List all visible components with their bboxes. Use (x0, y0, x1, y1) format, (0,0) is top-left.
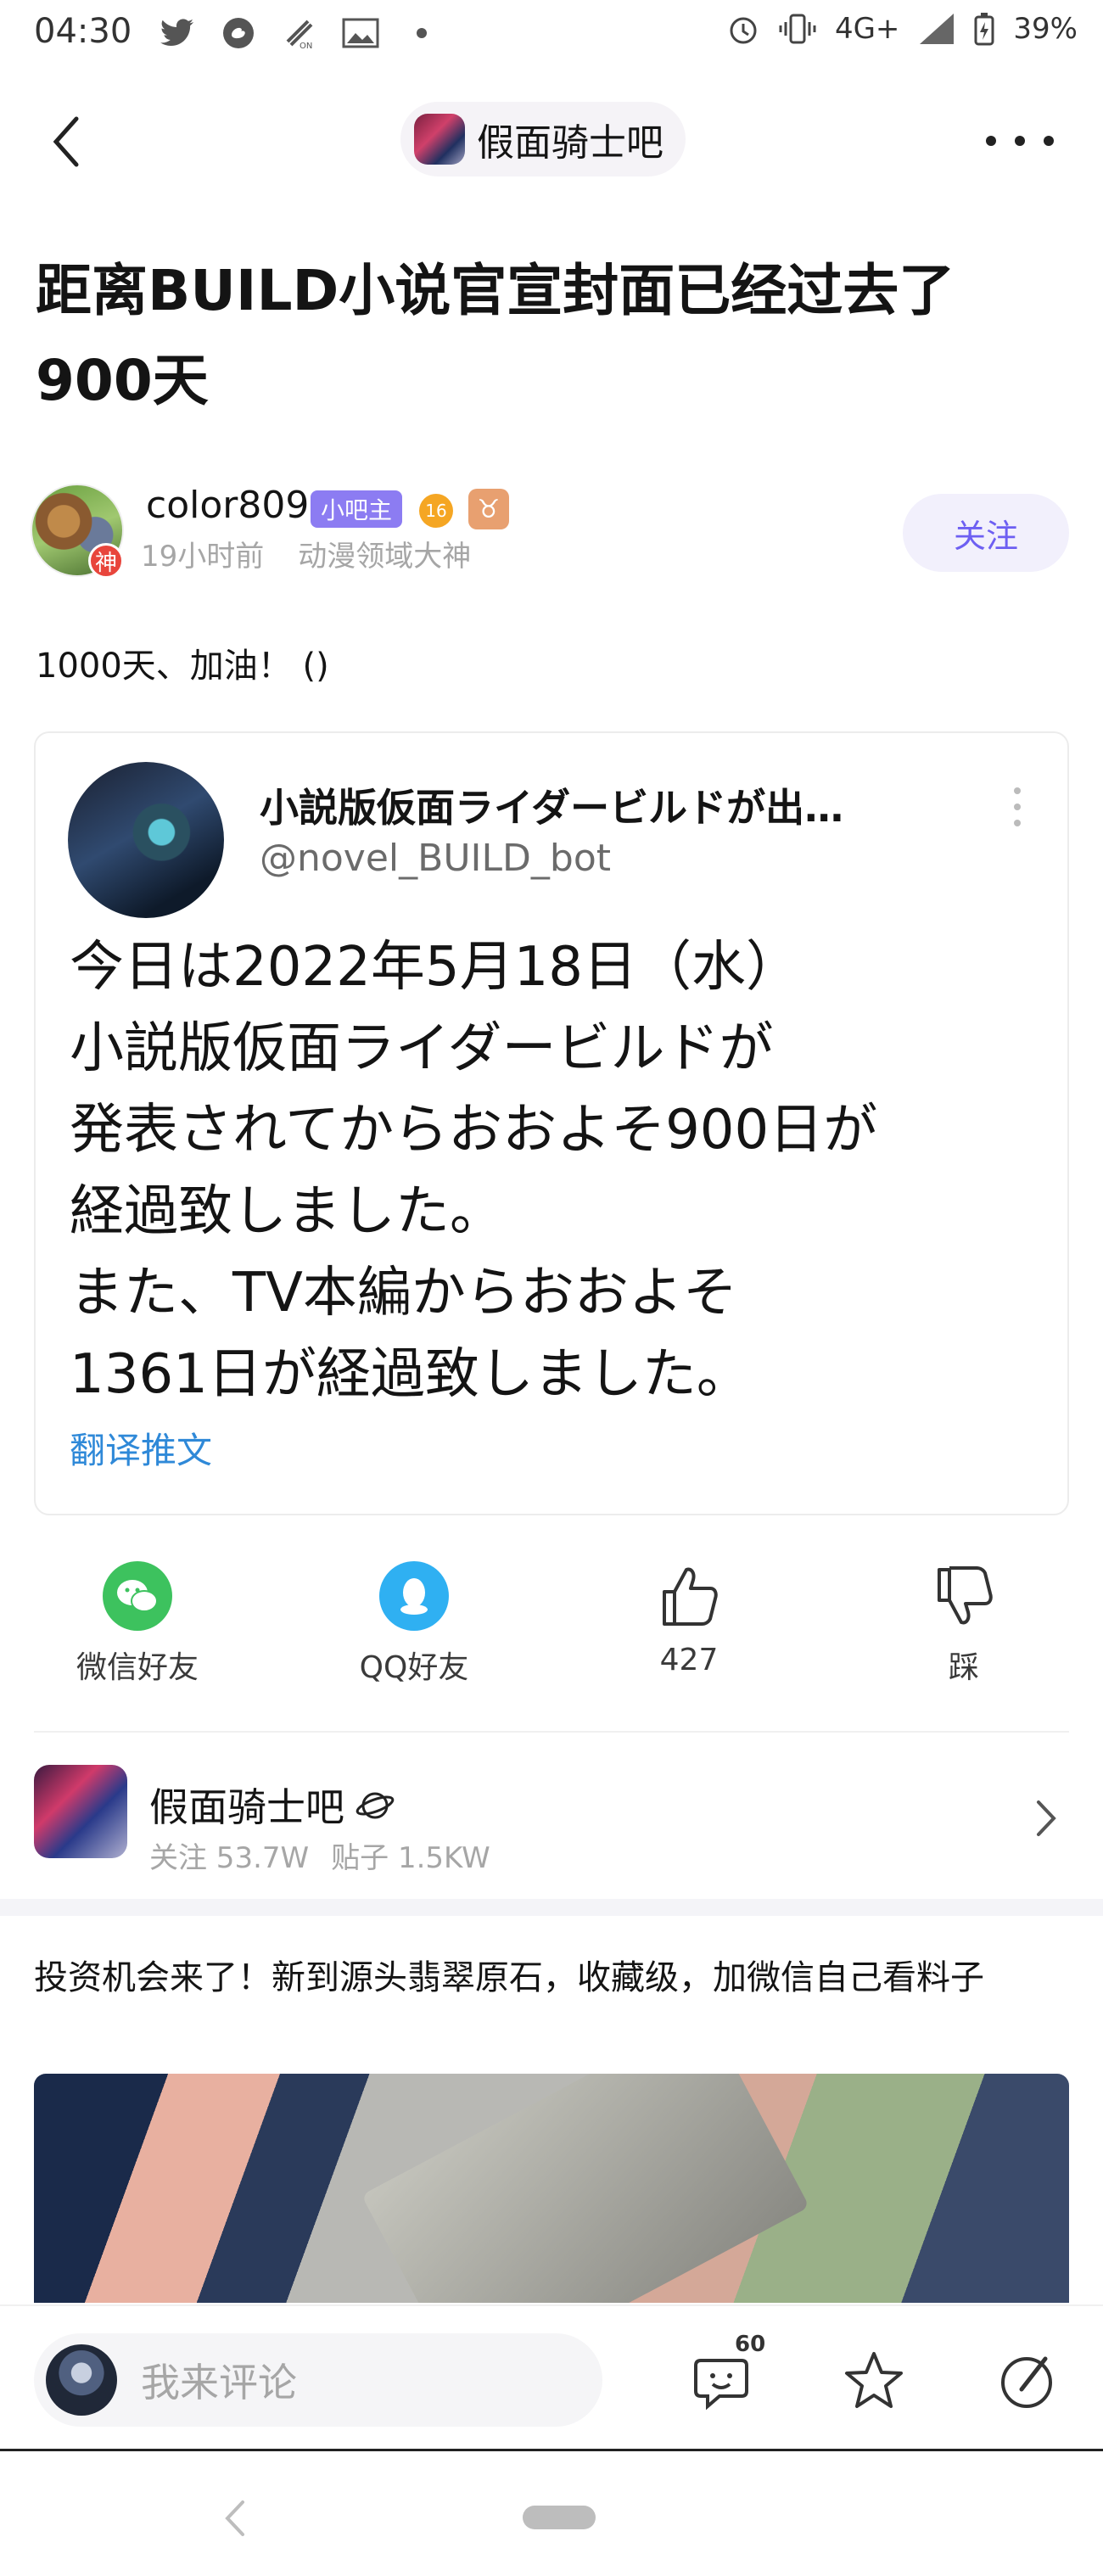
thumbs-up-icon (663, 1567, 718, 1626)
ad-post-text[interactable]: 投资机会来了！新到源头翡翠原石，收藏级，加微信自己看料子 (34, 1948, 1078, 2008)
tweet-line: 経過致しました。 (70, 1180, 504, 1243)
tweet-line: 今日は2022年5月18日（水） (70, 936, 801, 999)
status-time: 04:30 (34, 12, 132, 51)
signal-icon (920, 14, 955, 44)
comment-placeholder: 我来评论 (141, 2360, 297, 2405)
battery-icon (974, 13, 994, 46)
follow-button[interactable]: 关注 (903, 494, 1069, 572)
post-time: 19小时前 (141, 540, 265, 574)
author-meta: 19小时前 动漫领域大神 (141, 533, 471, 574)
comment-count: 60 (735, 2332, 766, 2357)
ad-post-image[interactable] (34, 2074, 1069, 2303)
forum-card-stats: 关注 53.7W 贴子 1.5KW (149, 1834, 490, 1876)
thumbs-down-icon (938, 1566, 993, 1625)
alarm-icon (730, 17, 757, 44)
forum-followers: 关注 53.7W (149, 1841, 310, 1875)
tweet-line: 発表されてからおおよそ900日が (70, 1099, 878, 1162)
tweet-avatar (68, 762, 224, 918)
system-navigation-bar (0, 2449, 1103, 2576)
wechat-icon (103, 1561, 172, 1631)
comment-input[interactable]: 我来评论 (34, 2333, 602, 2427)
qq-icon (379, 1561, 449, 1631)
share-qq-button[interactable]: QQ好友 (329, 1561, 499, 1687)
back-button[interactable] (44, 112, 95, 171)
tweet-menu-icon[interactable] (1013, 787, 1022, 826)
status-system-icons: 4G+ 39% (726, 12, 1078, 46)
emoji-icon[interactable] (689, 2347, 757, 2415)
author-title: 动漫领域大神 (298, 540, 472, 574)
embedded-tweet-card[interactable]: 小説版仮面ライダービルドが出… @novel_BUILD_bot 今日は2022… (34, 731, 1069, 1515)
user-avatar (46, 2344, 117, 2416)
post-title: 距离BUILD小说官宣封面已经过去了900天 (36, 258, 955, 413)
network-type: 4G+ (834, 12, 900, 46)
like-button[interactable]: 427 (604, 1561, 774, 1677)
forum-posts: 贴子 1.5KW (331, 1841, 490, 1875)
chevron-right-icon[interactable] (1033, 1797, 1059, 1840)
tweet-text: 今日は2022年5月18日（水） 小説版仮面ライダービルドが 発表されてからおお… (70, 927, 877, 1415)
share-qq-label: QQ好友 (359, 1650, 469, 1685)
tweet-line: 小説版仮面ライダービルドが (70, 1017, 774, 1080)
share-wechat-button[interactable]: 微信好友 (53, 1561, 222, 1687)
nfc-icon: ON (280, 14, 319, 53)
more-dot-icon (1044, 136, 1054, 146)
post-body: 1000天、加油！ () (36, 647, 329, 686)
system-home-pill[interactable] (523, 2506, 596, 2529)
forum-header-name: 假面骑士吧 (477, 121, 663, 165)
top-nav: 假面骑士吧 (0, 93, 1103, 187)
system-back-icon[interactable] (222, 2497, 248, 2540)
like-count: 427 (659, 1643, 719, 1677)
level-badge: 16 (419, 494, 453, 528)
author-god-badge: 神 (88, 543, 124, 579)
tweet-line: 1361日が経過致しました。 (70, 1343, 751, 1406)
tweet-handle: @novel_BUILD_bot (260, 837, 612, 880)
more-dot-icon (986, 136, 996, 146)
chevron-left-icon (53, 116, 79, 167)
tweet-account-name: 小説版仮面ライダービルドが出… (260, 785, 844, 831)
planet-icon (356, 1792, 395, 1819)
weibo-icon (219, 14, 258, 53)
translate-tweet-link[interactable]: 翻译推文 (70, 1422, 212, 1474)
divider (34, 1731, 1069, 1733)
zodiac-badge: ♉ (468, 489, 509, 529)
svg-text:ON: ON (300, 42, 312, 50)
share-row: 微信好友 QQ好友 427 踩 (0, 1561, 1103, 1697)
forum-header-pill[interactable]: 假面骑士吧 (400, 102, 686, 176)
section-separator (0, 1899, 1103, 1916)
comment-bar: 我来评论 60 (0, 2304, 1103, 2449)
forum-avatar (414, 114, 465, 165)
forum-card-name[interactable]: 假面骑士吧 (149, 1777, 344, 1833)
more-dot-icon (1015, 136, 1025, 146)
ad-image-object (361, 2074, 810, 2303)
share-wechat-label: 微信好友 (76, 1650, 199, 1685)
dislike-button[interactable]: 踩 (879, 1561, 1049, 1687)
vibrate-icon (779, 14, 816, 44)
author-name[interactable]: color809 (146, 484, 309, 527)
gallery-icon (341, 14, 380, 53)
battery-percent: 39% (1013, 12, 1078, 46)
share-edit-icon[interactable] (993, 2347, 1061, 2415)
more-options-button[interactable] (986, 115, 1054, 166)
favorite-star-icon[interactable] (840, 2347, 908, 2415)
moderator-tag: 小吧主 (311, 490, 403, 528)
status-notification-icons: ON (158, 14, 441, 53)
status-bar: 04:30 ON 4G+ 39% (0, 0, 1103, 68)
tweet-line: また、TV本編からおおよそ (70, 1262, 737, 1324)
twitter-icon (158, 14, 197, 53)
forum-card-avatar[interactable] (34, 1765, 127, 1858)
dislike-label: 踩 (948, 1650, 979, 1685)
dot-icon (402, 14, 441, 53)
